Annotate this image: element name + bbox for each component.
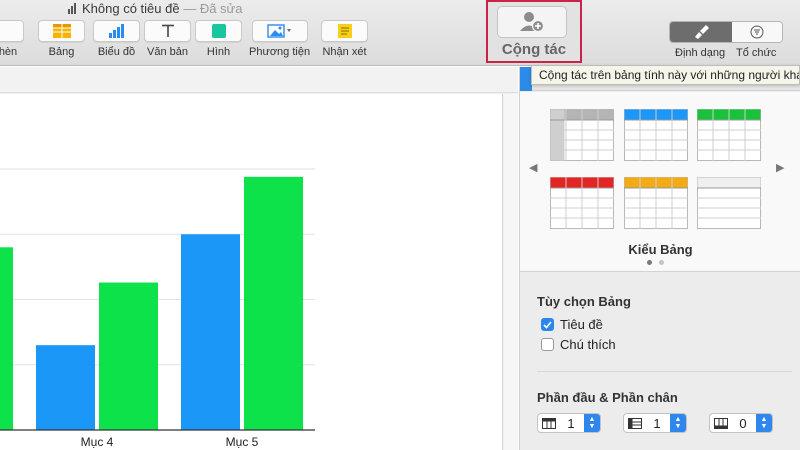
comment-button[interactable]: Nhận xét: [321, 20, 368, 58]
table-style-orange-style[interactable]: [624, 177, 688, 229]
header-rows-stepper[interactable]: 1 ▲ ▼: [537, 413, 601, 433]
table-style-green-style[interactable]: [697, 109, 761, 161]
header-columns-icon: [628, 417, 642, 429]
title-checkbox-row[interactable]: Tiêu đề: [541, 317, 603, 332]
text-icon: [161, 24, 174, 37]
text-label: Văn bản: [147, 46, 188, 58]
document-title: Không có tiêu đề: [82, 1, 180, 16]
table-button[interactable]: Bảng: [38, 20, 85, 58]
footer-rows-stepper[interactable]: 0 ▲ ▼: [709, 413, 773, 433]
bar-series-2-category-3[interactable]: [244, 176, 303, 430]
previous-styles-arrow-icon[interactable]: ◀: [529, 161, 537, 174]
spreadsheet-canvas: Mục 4 Mục 5: [0, 67, 518, 450]
title-checkbox[interactable]: [541, 318, 554, 331]
checkmark-icon: [543, 320, 552, 329]
table-label: Bảng: [48, 46, 75, 58]
caption-checkbox-row[interactable]: Chú thích: [541, 337, 616, 352]
shape-label: Hình: [206, 46, 231, 58]
header-columns-value: 1: [653, 415, 661, 431]
collaborate-label: Cộng tác: [501, 41, 567, 58]
paintbrush-icon: [695, 25, 709, 39]
header-rows-value: 1: [567, 415, 575, 431]
stepper-arrows-icon[interactable]: ▲ ▼: [756, 414, 772, 432]
add-person-icon: [520, 12, 545, 33]
title-separator: —: [183, 1, 197, 16]
insert-label: hèn: [0, 46, 18, 58]
table-icon: [52, 24, 71, 38]
bar-series-1-category-3[interactable]: [181, 234, 240, 430]
text-button[interactable]: Văn bản: [144, 20, 191, 58]
header-columns-stepper[interactable]: 1 ▲ ▼: [623, 413, 687, 433]
bar-chart[interactable]: Mục 4 Mục 5: [0, 94, 503, 450]
caption-checkbox[interactable]: [541, 338, 554, 351]
page-dot[interactable]: [659, 260, 664, 265]
format-label: Định dạng: [675, 47, 726, 59]
bar-series-1-category-2[interactable]: [36, 345, 95, 430]
insert-icon: [0, 20, 24, 42]
bar-series-2-category-2[interactable]: [99, 282, 158, 430]
filter-icon: [750, 25, 764, 39]
collaborate-tooltip: Cộng tác trên bảng tính này với những ng…: [531, 65, 800, 85]
vertical-scrollbar[interactable]: [504, 94, 518, 450]
stepper-arrows-icon[interactable]: ▲ ▼: [584, 414, 600, 432]
window-title: Không có tiêu đề — Đã sửa: [68, 0, 243, 18]
table-styles-title: Kiểu Bảng: [628, 242, 693, 257]
edited-status: Đã sửa: [199, 1, 243, 16]
table-style-blue-style[interactable]: [624, 109, 688, 161]
inspector-segmented-control: [669, 21, 783, 43]
media-button[interactable]: Phương tiện: [249, 20, 310, 58]
canvas-ruler: [0, 67, 518, 93]
header-rows-icon: [542, 417, 556, 429]
table-style-red-style[interactable]: [550, 177, 614, 229]
title-checkbox-label: Tiêu đề: [560, 317, 603, 332]
footer-rows-value: 0: [739, 415, 747, 431]
next-styles-arrow-icon[interactable]: ▶: [776, 161, 784, 174]
shape-button[interactable]: Hình: [195, 20, 242, 58]
toolbar: Không có tiêu đề — Đã sửa hèn Bảng Biểu …: [0, 0, 800, 66]
table-options-title: Tùy chọn Bảng: [537, 294, 631, 309]
organize-label: Tổ chức: [736, 47, 777, 59]
chart-icon: [108, 24, 124, 38]
chart-label: Biểu đồ: [97, 46, 136, 58]
collaborate-button[interactable]: [497, 6, 567, 38]
stepper-arrows-icon[interactable]: ▲ ▼: [670, 414, 686, 432]
shape-icon: [211, 24, 226, 38]
chart-document-icon: [68, 3, 76, 14]
bar-series-2-category-1[interactable]: [0, 247, 13, 430]
headers-footers-title: Phần đầu & Phần chân: [537, 390, 678, 405]
comment-icon: [337, 24, 352, 38]
media-icon: [266, 24, 291, 38]
format-button[interactable]: [670, 22, 732, 42]
comment-label: Nhận xét: [322, 46, 367, 58]
x-tick-label: Mục 4: [81, 435, 114, 449]
organize-button[interactable]: [732, 22, 782, 42]
x-tick-label: Mục 5: [226, 435, 259, 449]
section-divider: [537, 371, 792, 372]
caption-checkbox-label: Chú thích: [560, 337, 616, 352]
chart-button[interactable]: Biểu đồ: [93, 20, 140, 58]
footer-rows-icon: [714, 417, 728, 429]
format-sidebar: ◀ ▶ Kiểu Bảng Tùy chọn Bảng Tiêu đề Chú …: [519, 67, 800, 450]
sheet-area[interactable]: Mục 4 Mục 5: [0, 94, 503, 450]
insert-button[interactable]: hèn: [0, 20, 24, 58]
table-style-plain-style[interactable]: [697, 177, 761, 229]
table-style-gray-style[interactable]: [550, 109, 614, 161]
page-dot-active[interactable]: [647, 260, 652, 265]
media-label: Phương tiện: [249, 46, 311, 58]
